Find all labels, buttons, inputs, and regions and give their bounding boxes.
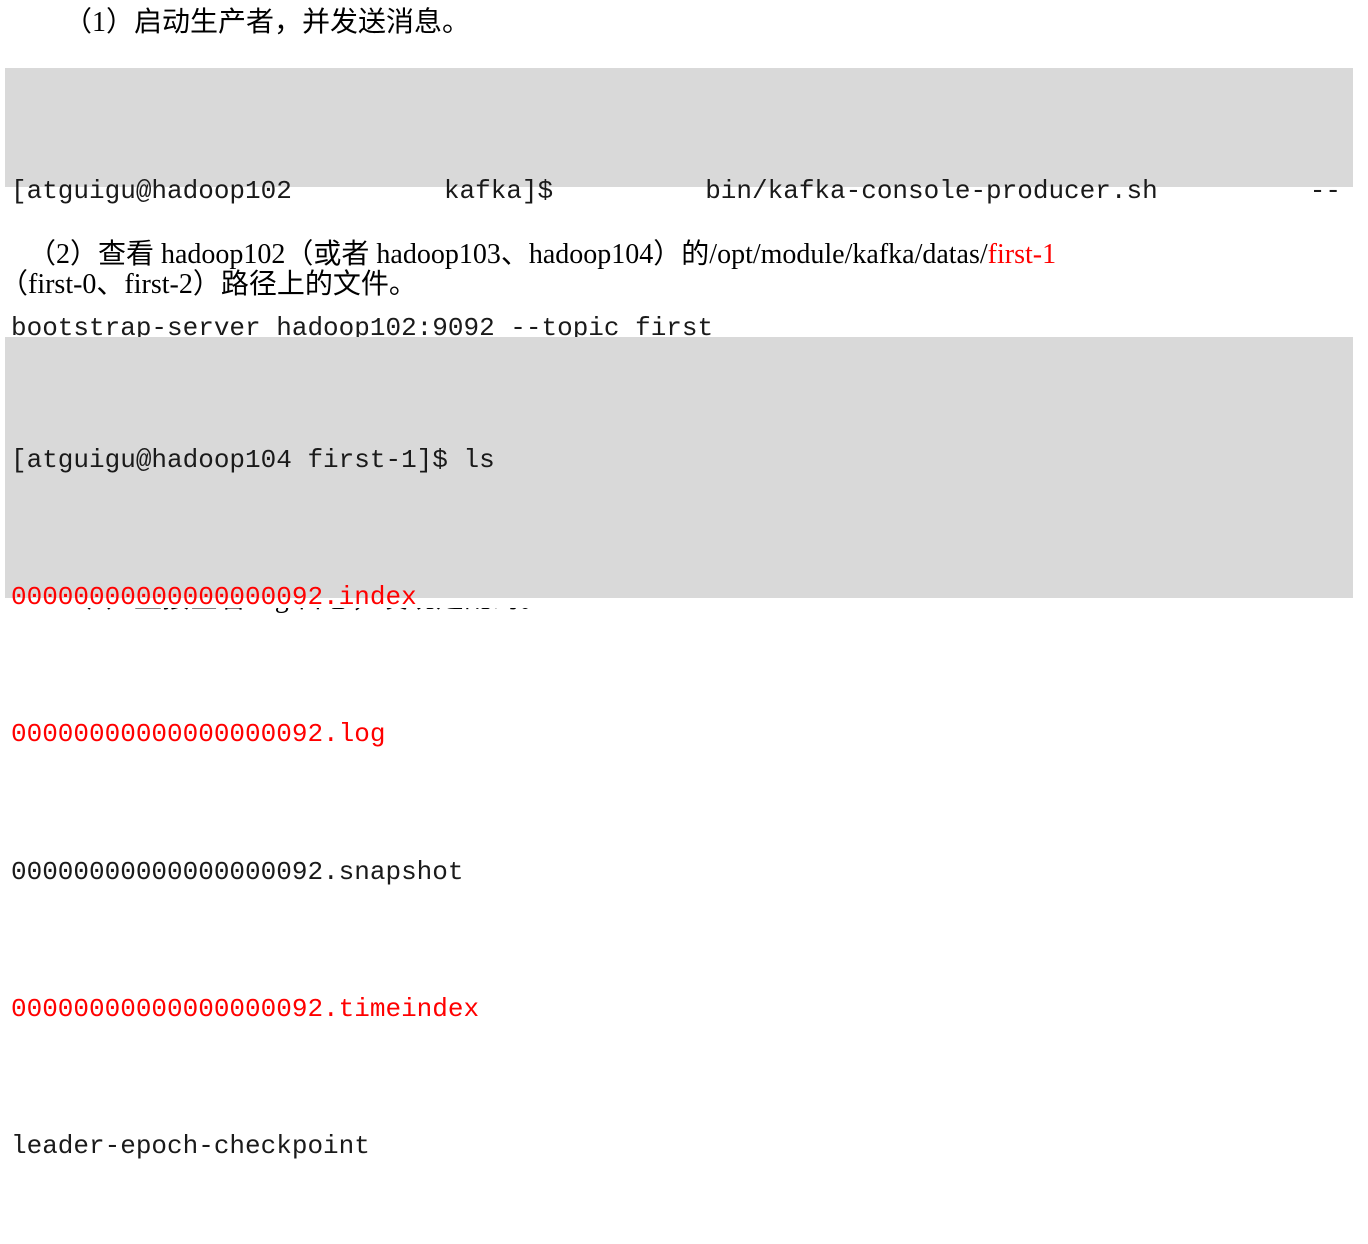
console-line-file-timeindex: 00000000000000000092.timeindex [11, 993, 480, 1024]
console-line-ls-prompt: [atguigu@hadoop104 first-1]$ ls [11, 444, 495, 475]
ls-console-block: [atguigu@hadoop104 first-1]$ ls 00000000… [5, 337, 1353, 1161]
producer-console-block: [atguigu@hadoop102 kafka]$ bin/kafka-con… [5, 68, 1353, 480]
clipped-bottom-text: （3）直接查看 log 日志，发现是乱码。 [0, 608, 1368, 622]
step-2-heading-prefix: （2）查看 hadoop102（或者 hadoop103、hadoop104）的… [28, 239, 988, 271]
step-2-heading-line-2: （first-0、first-2）路径上的文件。 [0, 269, 417, 300]
clipped-bottom-text-inner: （3）直接查看 log 日志，发现是乱码。 [0, 608, 1368, 616]
console-line-file-snapshot: 00000000000000000092.snapshot [11, 856, 464, 887]
step-1-heading: （1）启动生产者，并发送消息。 [64, 7, 471, 38]
console-line-file-log: 00000000000000000092.log [11, 719, 386, 750]
document-page: （1）启动生产者，并发送消息。 [atguigu@hadoop102 kafka… [0, 0, 1368, 1161]
console-line-file-leader-epoch-checkpoint: leader-epoch-checkpoint [11, 1131, 370, 1162]
step-2-heading-highlight-first-1: first-1 [987, 239, 1057, 271]
